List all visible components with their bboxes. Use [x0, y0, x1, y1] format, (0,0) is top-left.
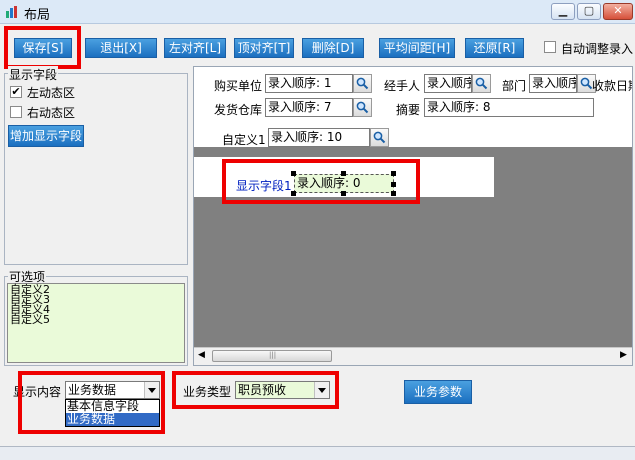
biz-type-label: 业务类型	[183, 385, 232, 399]
resize-handle[interactable]	[391, 191, 396, 196]
dropdown-option[interactable]: 业务数据	[66, 413, 159, 426]
content-label: 显示内容	[13, 385, 62, 399]
auto-adjust-label: 自动调整录入	[561, 42, 634, 56]
exit-button[interactable]: 退出[X]	[85, 38, 157, 58]
search-icon	[475, 77, 488, 90]
app-icon	[6, 6, 17, 18]
custom1-input[interactable]: 录入顺序: 10	[268, 128, 370, 147]
search-icon	[356, 101, 369, 114]
right-zone-checkbox[interactable]	[10, 106, 22, 118]
buyer-input[interactable]: 录入顺序: 1	[265, 74, 353, 93]
warehouse-input[interactable]: 录入顺序: 7	[265, 98, 353, 117]
restore-button[interactable]: 还原[R]	[465, 38, 524, 58]
save-button[interactable]: 保存[S]	[14, 38, 72, 58]
title-bar: 布局 ▁ ▢ ✕	[0, 0, 635, 24]
handler-input[interactable]: 录入顺序	[424, 74, 472, 93]
display-fields-legend: 显示字段	[8, 66, 59, 83]
delete-button[interactable]: 删除[D]	[302, 38, 364, 58]
custom1-search-button[interactable]	[370, 128, 389, 147]
content-select-value: 业务数据	[68, 383, 117, 397]
list-item[interactable]: 自定义5	[10, 314, 182, 325]
dept-input[interactable]: 录入顺序	[529, 74, 577, 93]
resize-handle[interactable]	[341, 171, 346, 176]
optional-list[interactable]: 自定义2 自定义3 自定义4 自定义5	[7, 283, 185, 363]
warehouse-label: 发货仓库	[214, 103, 263, 117]
summary-label: 摘要	[396, 103, 421, 117]
right-zone-label: 右动态区	[27, 106, 76, 120]
avg-spacing-button[interactable]: 平均间距[H]	[379, 38, 455, 58]
search-icon	[356, 77, 369, 90]
chevron-down-icon	[144, 382, 159, 398]
summary-input[interactable]: 录入顺序: 8	[424, 98, 594, 117]
display-fields-group	[4, 73, 188, 265]
content-dropdown: 基本信息字段 业务数据	[65, 399, 160, 427]
close-icon[interactable]: ✕	[603, 3, 633, 20]
buyer-search-button[interactable]	[353, 74, 372, 93]
auto-adjust-checkbox[interactable]	[544, 41, 556, 53]
resize-handle[interactable]	[391, 182, 396, 187]
resize-handle[interactable]	[341, 191, 346, 196]
add-display-field-button[interactable]: 增加显示字段	[8, 125, 84, 147]
pay-date-label: 收款日期	[592, 79, 632, 93]
buyer-label: 购买单位	[214, 79, 263, 93]
biz-type-select-value: 职员预收	[238, 383, 287, 397]
left-zone-label: 左动态区	[27, 86, 76, 100]
handler-label: 经手人	[384, 79, 421, 93]
status-strip	[0, 446, 635, 460]
resize-handle[interactable]	[291, 171, 296, 176]
biz-params-button[interactable]: 业务参数	[404, 380, 472, 404]
align-top-button[interactable]: 顶对齐[T]	[234, 38, 294, 58]
content-select[interactable]: 业务数据	[65, 381, 160, 399]
biz-type-select[interactable]: 职员预收	[235, 381, 330, 399]
handler-search-button[interactable]	[472, 74, 491, 93]
scroll-left-icon[interactable]: ◀	[198, 350, 205, 360]
maximize-icon[interactable]: ▢	[577, 3, 601, 20]
scrollbar-grip-icon: |||	[269, 351, 277, 359]
left-zone-checkbox[interactable]: ✔	[10, 86, 22, 98]
align-left-button[interactable]: 左对齐[L]	[164, 38, 226, 58]
resize-handle[interactable]	[391, 171, 396, 176]
resize-handle[interactable]	[291, 191, 296, 196]
chevron-down-icon	[314, 382, 329, 398]
window-title: 布局	[24, 8, 51, 23]
custom1-label: 自定义1	[222, 133, 266, 147]
detail-field-label: 显示字段1	[236, 179, 292, 193]
search-icon	[373, 131, 386, 144]
warehouse-search-button[interactable]	[353, 98, 372, 117]
dept-label: 部门	[502, 79, 527, 93]
minimize-icon[interactable]: ▁	[551, 3, 575, 20]
scroll-right-icon[interactable]: ▶	[620, 350, 627, 360]
